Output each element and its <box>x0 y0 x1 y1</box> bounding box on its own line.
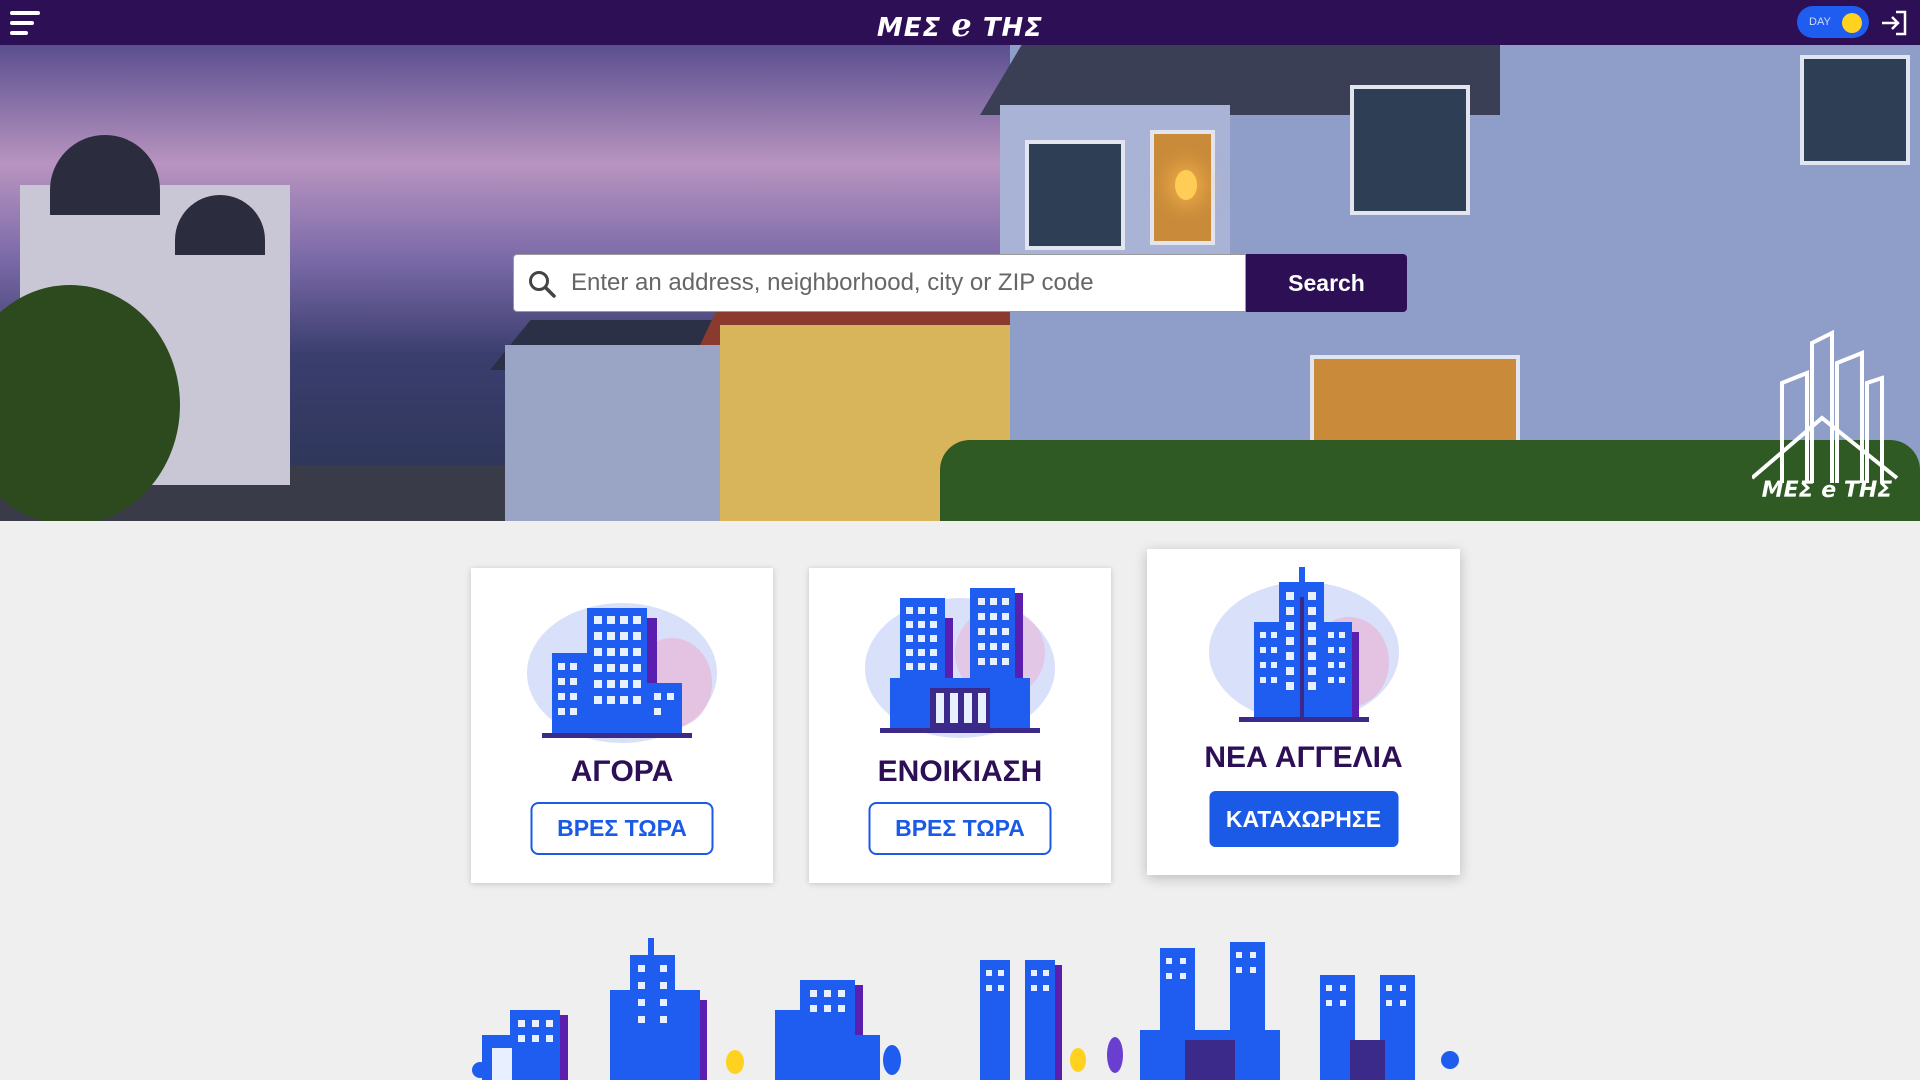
sun-icon <box>1842 13 1862 33</box>
search-button[interactable]: Search <box>1246 254 1407 312</box>
hero-logo-text: ΜΕΣ e ΤΗΣ <box>1761 478 1893 503</box>
new-listing-card: ΝΕΑ ΑΓΓΕΛΙΑ ΚΑΤΑΧΩΡΗΣΕ <box>1147 549 1460 875</box>
skyline-building-4 <box>980 960 1086 1080</box>
office-building-icon <box>527 603 717 743</box>
blue-house <box>505 345 745 521</box>
brand-logo[interactable]: ΜΕΣ e ΤΗΣ <box>0 6 1920 44</box>
buy-find-now-button[interactable]: ΒΡΕΣ ΤΩΡΑ <box>530 802 714 855</box>
twin-towers-icon <box>865 588 1055 738</box>
day-night-toggle[interactable]: DAY <box>1797 6 1869 38</box>
skyline-illustration <box>472 938 1459 1080</box>
login-icon[interactable] <box>1880 10 1908 36</box>
villa-dome <box>50 135 160 215</box>
rent-card: ΕΝΟΙΚΙΑΣΗ ΒΡΕΣ ΤΩΡΑ <box>809 568 1111 883</box>
skyscraper-icon <box>1208 567 1399 722</box>
rent-find-now-button[interactable]: ΒΡΕΣ ΤΩΡΑ <box>868 802 1052 855</box>
brand-left: ΜΕΣ <box>876 13 942 43</box>
search-input[interactable] <box>571 255 1231 311</box>
card-title: ΕΝΟΙΚΙΑΣΗ <box>877 755 1043 788</box>
search-box <box>513 254 1246 312</box>
window <box>1025 140 1125 250</box>
search-icon <box>529 271 556 298</box>
card-title: ΝΕΑ ΑΓΓΕΛΙΑ <box>1204 741 1403 774</box>
card-title: ΑΓΟΡΑ <box>570 755 674 788</box>
buy-card: ΑΓΟΡΑ ΒΡΕΣ ΤΩΡΑ <box>471 568 773 883</box>
window <box>1350 85 1470 215</box>
toggle-label: DAY <box>1809 16 1831 28</box>
brand-mid: e <box>951 6 973 44</box>
top-navbar: ΜΕΣ e ΤΗΣ DAY <box>0 0 1920 45</box>
window <box>1800 55 1910 165</box>
skyline-building-5 <box>1107 942 1280 1080</box>
submit-listing-button[interactable]: ΚΑΤΑΧΩΡΗΣΕ <box>1209 791 1398 847</box>
skyline-building-2 <box>610 938 744 1080</box>
brand-right: ΤΗΣ <box>982 13 1044 43</box>
lamp-glow <box>1175 170 1197 200</box>
